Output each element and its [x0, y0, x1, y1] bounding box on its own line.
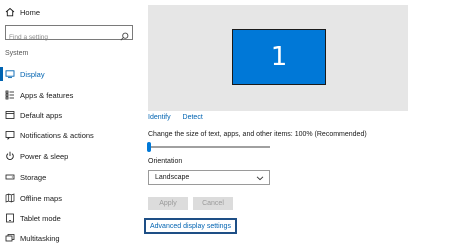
sidebar-item-offline-maps[interactable]: Offline maps: [0, 188, 138, 208]
orientation-value: Landscape: [155, 174, 190, 181]
power-icon: [0, 151, 20, 161]
home-nav-item[interactable]: Home: [0, 2, 138, 22]
multitasking-icon: [0, 233, 20, 243]
monitor-number: 1: [270, 42, 288, 72]
section-label-system: System: [5, 50, 29, 57]
search-input[interactable]: [6, 31, 116, 44]
sidebar: Home System Display Apps & features Defa…: [0, 0, 138, 248]
advanced-display-settings-focus[interactable]: Advanced display settings: [144, 218, 237, 234]
display-links: Identify Detect: [148, 114, 203, 121]
sidebar-item-label: Default apps: [20, 110, 63, 120]
sidebar-item-power-sleep[interactable]: Power & sleep: [0, 146, 138, 166]
monitor-icon: [0, 69, 20, 79]
display-preview: 1: [148, 5, 408, 111]
sidebar-item-label: Offline maps: [20, 193, 62, 203]
home-label: Home: [20, 7, 41, 17]
advanced-display-settings-link[interactable]: Advanced display settings: [150, 223, 231, 230]
storage-drive-icon: [0, 172, 20, 182]
apps-list-icon: [0, 90, 20, 100]
default-apps-icon: [0, 110, 20, 120]
sidebar-item-apps-features[interactable]: Apps & features: [0, 85, 138, 105]
sidebar-item-label: Notifications & actions: [20, 130, 94, 140]
sidebar-item-multitasking[interactable]: Multitasking: [0, 228, 138, 248]
sidebar-item-storage[interactable]: Storage: [0, 167, 138, 187]
sidebar-item-label: Storage: [20, 172, 47, 182]
scale-slider[interactable]: [147, 142, 270, 152]
map-icon: [0, 193, 20, 203]
monitor-1-tile[interactable]: 1: [232, 29, 326, 85]
chevron-down-icon: [256, 174, 264, 184]
sidebar-item-notifications[interactable]: Notifications & actions: [0, 125, 138, 145]
scale-label: Change the size of text, apps, and other…: [148, 131, 367, 138]
sidebar-item-label: Multitasking: [20, 233, 60, 243]
search-icon[interactable]: [120, 28, 129, 46]
sidebar-item-label: Display: [20, 69, 45, 79]
identify-link[interactable]: Identify: [148, 114, 171, 121]
sidebar-item-label: Power & sleep: [20, 151, 69, 161]
cancel-button[interactable]: Cancel: [193, 197, 233, 210]
sidebar-item-default-apps[interactable]: Default apps: [0, 105, 138, 125]
search-box[interactable]: [5, 25, 133, 44]
sidebar-item-label: Apps & features: [20, 90, 74, 100]
notifications-icon: [0, 130, 20, 140]
slider-thumb[interactable]: [147, 142, 151, 152]
sidebar-item-display[interactable]: Display: [0, 64, 138, 84]
sidebar-item-label: Tablet mode: [20, 213, 61, 223]
active-indicator: [0, 67, 3, 81]
apply-button[interactable]: Apply: [148, 197, 188, 210]
detect-link[interactable]: Detect: [183, 114, 203, 121]
tablet-icon: [0, 213, 20, 223]
home-icon: [0, 7, 20, 17]
orientation-dropdown[interactable]: Landscape: [148, 170, 270, 185]
sidebar-item-tablet-mode[interactable]: Tablet mode: [0, 208, 138, 228]
orientation-label: Orientation: [148, 158, 183, 165]
